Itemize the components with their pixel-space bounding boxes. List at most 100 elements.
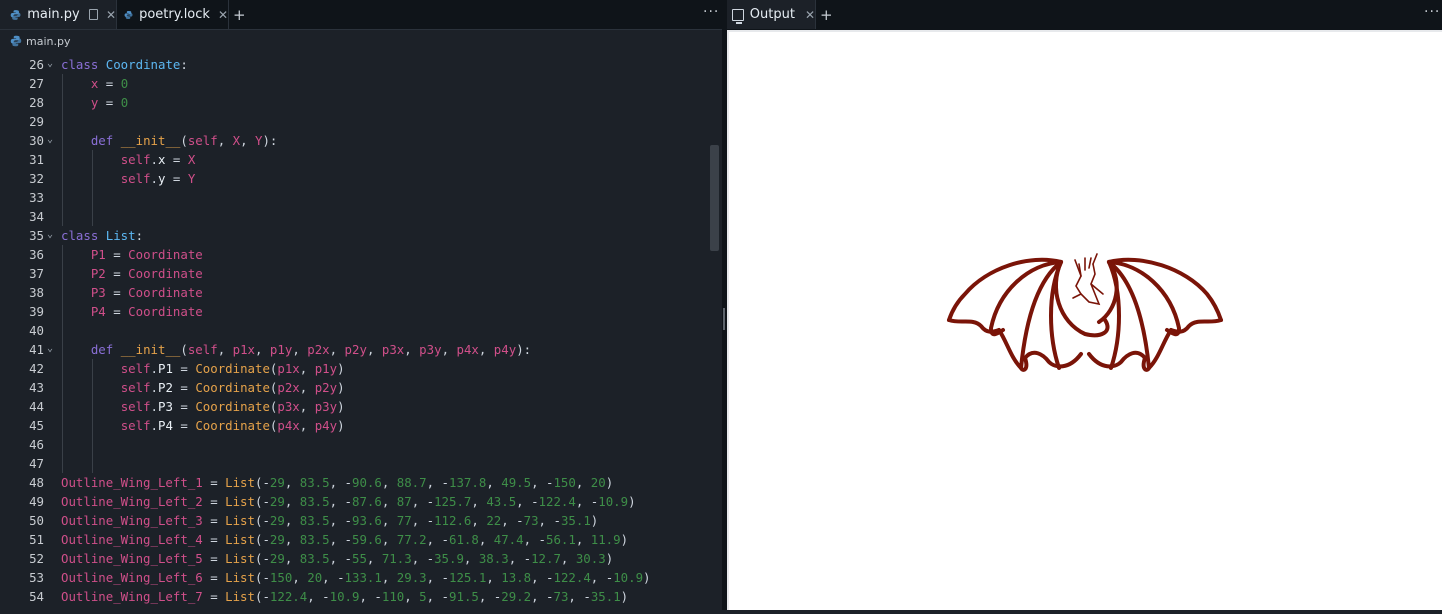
code-line[interactable]: 50 Outline_Wing_Left_3 = List(-29, 83.5, … [0,511,710,530]
code-token: , [366,551,382,566]
code-token: p2y [314,380,338,395]
code-token: 137.8 [449,475,487,490]
code-token: P3 [90,285,106,300]
code-token: 12.7 [531,551,561,566]
code-token: , [284,532,300,547]
code-token: , [299,399,315,414]
code-line[interactable]: 27 x = 0 [0,74,710,93]
code-token: 77.2 [396,532,427,547]
code-text: Outline_Wing_Left_2 = List(-29, 83.5, -8… [61,492,636,511]
code-token: , - [329,532,352,547]
code-token: 29 [269,494,285,509]
code-line[interactable]: 37 P2 = Coordinate [0,264,710,283]
code-line[interactable]: 38 P3 = Coordinate [0,283,710,302]
code-line[interactable]: 54 Outline_Wing_Left_7 = List(-122.4, -10… [0,587,710,606]
code-token: = [202,570,226,585]
code-line[interactable]: 51 Outline_Wing_Left_4 = List(-29, 83.5, … [0,530,710,549]
code-token: . [150,152,158,167]
code-line[interactable]: 36 P1 = Coordinate [0,245,710,264]
fold-chevron-icon[interactable]: ⌄ [47,54,53,73]
code-token: X [232,133,241,148]
code-token: , [292,342,308,357]
code-token: = [172,418,196,433]
code-token: p2x [277,380,300,395]
fold-chevron-icon[interactable]: ⌄ [47,130,53,149]
code-line[interactable]: 29 [0,112,710,131]
code-token: class [61,57,106,72]
code-token: self [120,171,151,186]
new-tab-plus-icon[interactable]: + [233,6,246,24]
code-token: = [105,266,129,281]
code-line[interactable]: 40 [0,321,710,340]
code-line[interactable]: 43 self.P2 = Coordinate(p2x, p2y) [0,378,710,397]
code-line[interactable]: 45 self.P4 = Coordinate(p4x, p4y) [0,416,710,435]
more-options-icon[interactable]: ··· [703,4,719,20]
code-line[interactable]: 52 Outline_Wing_Left_5 = List(-29, 83.5, … [0,549,710,568]
code-token: , - [523,532,546,547]
code-token: 83.5 [299,475,330,490]
code-token: P4 [158,418,173,433]
close-icon[interactable]: ✕ [805,8,815,22]
code-line[interactable]: 49 Outline_Wing_Left_2 = List(-29, 83.5, … [0,492,710,511]
code-line[interactable]: 28 y = 0 [0,93,710,112]
tab-label: main.py [27,7,80,22]
code-token: , [478,342,494,357]
wing-left-membrane [1023,350,1083,369]
code-line[interactable]: 33 [0,188,710,207]
code-line[interactable]: 26 ⌄ class Coordinate: [0,55,710,74]
code-token: 55 [352,551,367,566]
code-text: y = 0 [61,93,128,112]
code-token: ) [605,475,614,490]
preview-icon[interactable] [88,9,98,20]
code-line[interactable]: 30 ⌄ def __init__(self, X, Y): [0,131,710,150]
code-line[interactable]: 46 [0,435,710,454]
code-token: List [225,494,255,509]
line-number: 31 [29,152,44,167]
code-token: , - [508,551,532,566]
line-number: 38 [29,285,44,300]
code-token: 122.4 [553,570,591,585]
more-options-icon[interactable]: ··· [1424,4,1440,20]
code-token: ): [516,342,532,357]
code-line[interactable]: 48 Outline_Wing_Left_1 = List(-29, 83.5, … [0,473,710,492]
output-tab-bar: Output ✕ + ··· [727,0,1442,29]
code-token: p1x [277,361,300,376]
line-number: 42 [29,361,44,376]
close-icon[interactable]: ✕ [106,8,116,22]
code-line[interactable]: 44 self.P3 = Coordinate(p3x, p3y) [0,397,710,416]
code-line[interactable]: 47 [0,454,710,473]
fold-chevron-icon[interactable]: ⌄ [47,339,53,358]
code-line[interactable]: 31 self.x = X [0,150,710,169]
tab-output[interactable]: Output ✕ [727,0,815,29]
code-line[interactable]: 34 [0,207,710,226]
line-number: 35 [29,228,44,243]
splitter-handle[interactable] [723,308,725,330]
code-token: : [135,228,144,243]
code-line[interactable]: 35 ⌄ class List: [0,226,710,245]
tab-poetry-lock[interactable]: poetry.lock ✕ [117,0,228,29]
code-token: self [120,399,151,414]
code-token: p1y [314,361,338,376]
code-token: , [292,570,308,585]
code-token: , - [307,589,330,604]
output-canvas[interactable] [727,30,1442,610]
line-number: 32 [29,171,44,186]
tab-divider [228,0,229,29]
code-token: . [150,361,158,376]
new-tab-plus-icon[interactable]: + [820,6,833,24]
code-line[interactable]: 39 P4 = Coordinate [0,302,710,321]
wing-left-membrane [997,328,1023,370]
tab-main-py[interactable]: main.py ✕ [0,0,116,29]
code-line[interactable]: 42 self.P1 = Coordinate(p1x, p1y) [0,359,710,378]
code-token: , [240,133,255,148]
code-line[interactable]: 32 self.y = Y [0,169,710,188]
editor-scrollbar[interactable] [710,145,719,251]
wing-right-outline [1107,257,1223,322]
code-text: self.y = Y [61,169,196,188]
breadcrumb-file[interactable]: main.py [26,35,70,48]
code-token: , [404,589,420,604]
code-line[interactable]: 41 ⌄ def __init__(self, p1x, p1y, p2x, p2… [0,340,710,359]
code-line[interactable]: 53 Outline_Wing_Left_6 = List(-150, 20, -… [0,568,710,587]
close-icon[interactable]: ✕ [218,8,228,22]
fold-chevron-icon[interactable]: ⌄ [47,225,53,244]
